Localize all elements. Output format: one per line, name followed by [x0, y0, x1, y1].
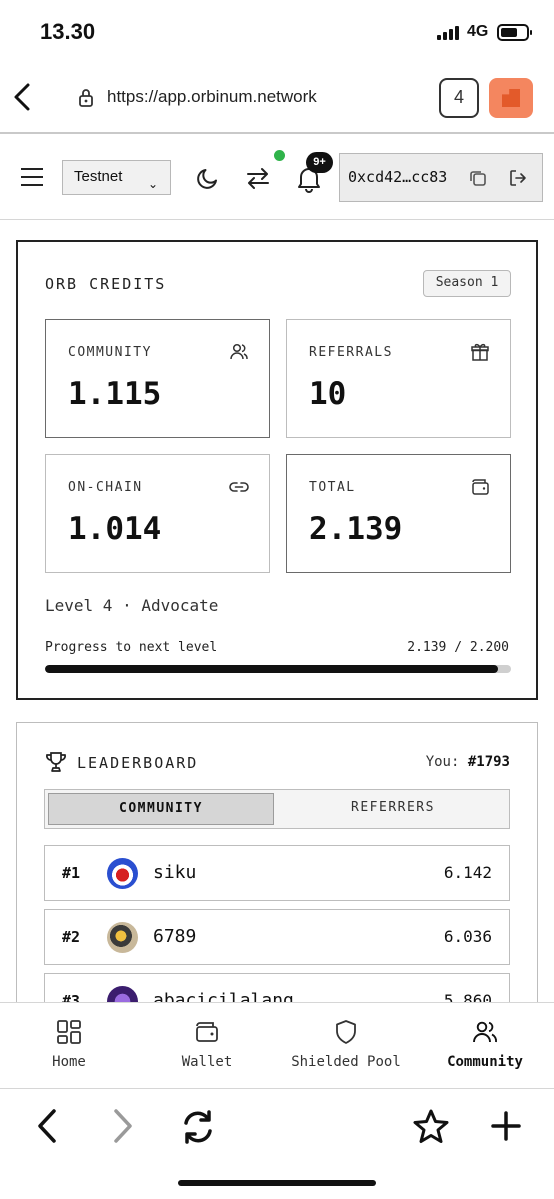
- nav-wallet[interactable]: Wallet: [166, 1003, 248, 1090]
- menu-icon[interactable]: [21, 168, 43, 186]
- onchain-stat-box: ON-CHAIN 1.014: [45, 454, 270, 573]
- network-type: 4G: [467, 23, 489, 40]
- browser-back-icon[interactable]: [8, 80, 38, 114]
- wallet-address-pill[interactable]: 0xcd42…cc83: [339, 153, 543, 202]
- status-bar: 13.30 4G: [0, 0, 554, 64]
- grid-icon: [57, 1020, 81, 1044]
- row-score: 6.036: [443, 927, 492, 946]
- wallet-icon: [472, 479, 489, 495]
- bottom-navigation: Home Wallet Shielded Pool Community: [0, 1002, 554, 1089]
- orbinum-logo-icon[interactable]: [489, 78, 533, 118]
- referrals-stat-box: REFERRALS 10: [286, 319, 511, 438]
- leaderboard-card: LEADERBOARD You: #1793 COMMUNITY REFERRE…: [16, 722, 538, 1022]
- referrals-stat-value: 10: [309, 376, 347, 412]
- home-indicator: [178, 1180, 376, 1186]
- referrals-stat-label: REFERRALS: [309, 345, 393, 360]
- status-time: 13.30: [40, 19, 96, 44]
- season-badge: Season 1: [423, 270, 511, 297]
- nav-home[interactable]: Home: [30, 1003, 108, 1090]
- nav-home-label: Home: [52, 1054, 86, 1070]
- leaderboard-tabs: COMMUNITY REFERRERS: [44, 789, 510, 829]
- your-rank: You: #1793: [426, 754, 510, 770]
- browser-address-bar: https://app.orbinum.network 4: [0, 64, 554, 134]
- tab-community[interactable]: COMMUNITY: [48, 793, 274, 825]
- reload-icon[interactable]: [178, 1107, 218, 1147]
- leaderboard-title: LEADERBOARD: [77, 754, 199, 772]
- tabs-button[interactable]: 4: [439, 78, 479, 118]
- network-select-value: Testnet: [74, 168, 123, 185]
- total-stat-label: TOTAL: [309, 480, 356, 495]
- level-progress-bar: [45, 665, 511, 673]
- swap-icon[interactable]: [245, 165, 271, 191]
- nav-shielded-pool-label: Shielded Pool: [291, 1054, 401, 1070]
- nav-shielded-pool[interactable]: Shielded Pool: [280, 1003, 412, 1090]
- copy-icon[interactable]: [469, 169, 487, 187]
- orb-credits-card: ORB CREDITS Season 1 COMMUNITY 1.115 REF…: [16, 240, 538, 700]
- gift-icon: [471, 343, 489, 361]
- your-rank-value: #1793: [467, 754, 510, 770]
- row-name: siku: [153, 862, 197, 883]
- avatar: [107, 922, 138, 953]
- lock-icon: [79, 89, 93, 107]
- nav-community-label: Community: [447, 1054, 523, 1070]
- users-icon: [473, 1021, 498, 1043]
- logout-icon[interactable]: [509, 169, 527, 187]
- level-text: Level 4 · Advocate: [45, 596, 219, 615]
- link-icon: [229, 482, 249, 492]
- total-stat-value: 2.139: [309, 511, 403, 547]
- community-stat-box: COMMUNITY 1.115: [45, 319, 270, 438]
- chevron-down-icon: ⌄: [147, 177, 158, 191]
- row-rank: #1: [62, 864, 81, 882]
- progress-label: Progress to next level: [45, 640, 218, 655]
- community-stat-label: COMMUNITY: [68, 345, 152, 360]
- total-stat-box: TOTAL 2.139: [286, 454, 511, 573]
- online-indicator: [274, 150, 285, 161]
- star-icon[interactable]: [412, 1108, 450, 1144]
- battery-icon: [497, 24, 532, 41]
- row-score: 6.142: [443, 863, 492, 882]
- progress-value: 2.139 / 2.200: [407, 640, 509, 655]
- notification-badge: 9+: [306, 152, 333, 173]
- your-rank-label: You:: [425, 754, 460, 770]
- url-text[interactable]: https://app.orbinum.network: [107, 87, 317, 107]
- moon-icon[interactable]: [195, 165, 221, 191]
- level-progress-fill: [45, 665, 498, 673]
- onchain-stat-value: 1.014: [68, 511, 162, 547]
- row-name: 6789: [153, 926, 197, 947]
- browser-toolbar: [0, 1090, 554, 1199]
- leaderboard-row[interactable]: #1 siku 6.142: [44, 845, 510, 901]
- credits-title: ORB CREDITS: [45, 275, 167, 293]
- back-icon[interactable]: [32, 1107, 62, 1145]
- nav-wallet-label: Wallet: [181, 1054, 233, 1070]
- users-icon: [230, 343, 248, 360]
- forward-icon: [114, 1109, 132, 1143]
- signal-icon: [437, 26, 461, 40]
- tab-referrers[interactable]: REFERRERS: [278, 790, 508, 828]
- plus-icon[interactable]: [489, 1109, 523, 1143]
- community-stat-value: 1.115: [68, 376, 162, 412]
- shield-icon: [336, 1020, 356, 1044]
- onchain-stat-label: ON-CHAIN: [68, 480, 143, 495]
- row-rank: #2: [62, 928, 81, 946]
- avatar: [107, 858, 138, 889]
- wallet-address: 0xcd42…cc83: [348, 168, 448, 186]
- leaderboard-row[interactable]: #2 6789 6.036: [44, 909, 510, 965]
- wallet-icon: [196, 1022, 218, 1042]
- trophy-icon: [46, 752, 66, 772]
- network-select[interactable]: Testnet ⌄: [62, 160, 171, 195]
- nav-community[interactable]: Community: [440, 1003, 530, 1090]
